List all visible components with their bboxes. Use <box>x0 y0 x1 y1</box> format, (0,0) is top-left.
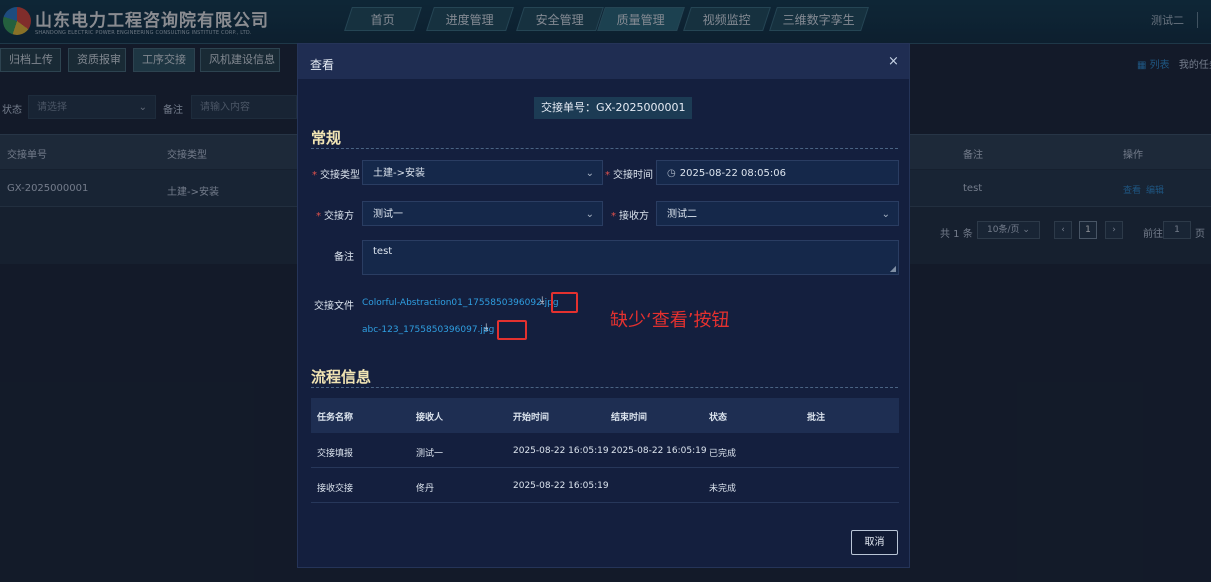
flow-status: 已完成 <box>709 449 737 459</box>
type-label: * 交接类型 <box>312 170 360 181</box>
time-picker[interactable]: ◷ 2025-08-22 08:05:06 <box>656 160 899 185</box>
flow-receiver: 佟丹 <box>416 484 435 494</box>
view-dialog: 查看 × 交接单号：GX-2025000001 常规 * 交接类型 土建->安装 ⌄… <box>297 43 910 568</box>
flow-col-start: 开始时间 <box>513 413 550 423</box>
dialog-title: 查看 <box>310 58 335 72</box>
files-label: 交接文件 <box>314 301 354 312</box>
chevron-down-icon: ⌄ <box>585 168 594 179</box>
flow-task: 交接填报 <box>317 449 354 459</box>
missing-view-button-marker <box>551 292 578 313</box>
annotation-text: 缺少‘查看’按钮 <box>610 310 730 331</box>
table-row: 接收交接 佟丹 2025-08-22 16:05:19 未完成 <box>311 468 899 503</box>
file-link-2[interactable]: abc-123_1755850396097.jpg <box>362 325 494 335</box>
flow-col-end: 结束时间 <box>611 413 648 423</box>
close-icon[interactable]: × <box>888 54 899 69</box>
section-divider <box>311 148 898 149</box>
type-select[interactable]: 土建->安装 ⌄ <box>362 160 603 185</box>
time-label: * 交接时间 <box>605 170 653 181</box>
section-flow-title: 流程信息 <box>311 368 372 386</box>
download-icon[interactable]: ⤓ <box>540 295 544 306</box>
flow-start: 2025-08-22 16:05:19 <box>513 446 609 456</box>
flow-col-status: 状态 <box>709 413 728 423</box>
cancel-button[interactable]: 取消 <box>851 530 898 555</box>
flow-end: 2025-08-22 16:05:19 <box>611 446 707 456</box>
flow-receiver: 测试一 <box>416 449 444 459</box>
section-general-title: 常规 <box>311 129 342 147</box>
chevron-down-icon: ⌄ <box>881 209 890 220</box>
file-link-1[interactable]: Colorful-Abstraction01_1755850396092.jpg <box>362 298 559 308</box>
section-divider <box>311 387 898 388</box>
from-select[interactable]: 测试一 ⌄ <box>362 201 603 226</box>
chevron-down-icon: ⌄ <box>585 209 594 220</box>
remark-textarea[interactable]: test ◢ <box>362 240 899 275</box>
remark-label: 备注 <box>334 252 354 263</box>
from-label: * 交接方 <box>316 211 354 222</box>
flow-col-comment: 批注 <box>807 413 826 423</box>
order-number-tag: 交接单号：GX-2025000001 <box>534 97 693 119</box>
resize-handle-icon[interactable]: ◢ <box>890 264 896 273</box>
flow-table-header: 任务名称 接收人 开始时间 结束时间 状态 批注 <box>311 398 899 433</box>
to-select[interactable]: 测试二 ⌄ <box>656 201 899 226</box>
download-icon[interactable]: ⤓ <box>484 322 488 333</box>
flow-start: 2025-08-22 16:05:19 <box>513 481 609 491</box>
flow-status: 未完成 <box>709 484 737 494</box>
clock-icon: ◷ <box>667 168 676 179</box>
flow-col-task: 任务名称 <box>317 413 354 423</box>
flow-task: 接收交接 <box>317 484 354 494</box>
dialog-header: 查看 × <box>298 44 909 79</box>
missing-view-button-marker <box>497 320 527 340</box>
flow-col-receiver: 接收人 <box>416 413 444 423</box>
table-row: 交接填报 测试一 2025-08-22 16:05:19 2025-08-22 … <box>311 433 899 468</box>
to-label: * 接收方 <box>611 211 649 222</box>
